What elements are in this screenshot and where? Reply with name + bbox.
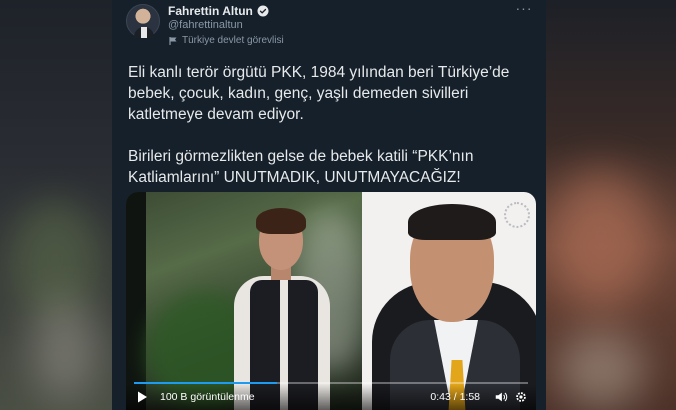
- blur-shape: [556, 330, 646, 410]
- video-frame-left-photo: [126, 192, 366, 410]
- name-row: Fahrettin Altun: [168, 4, 269, 18]
- avatar-shirt: [141, 27, 147, 38]
- tweet-text: Eli kanlı terör örgütü PKK, 1984 yılında…: [128, 62, 538, 209]
- government-label: Türkiye devlet görevlisi: [168, 35, 284, 46]
- video-time: 0:43 / 1:58: [430, 391, 480, 403]
- video-player[interactable]: 100 B görüntülenme 0:43 / 1:58: [126, 192, 536, 410]
- person-hair: [256, 208, 306, 234]
- verified-badge-icon: [257, 5, 269, 17]
- emblem-icon: [504, 202, 530, 228]
- photo-edge: [126, 192, 146, 410]
- tweet-header: Fahrettin Altun @fahrettinaltun Türkiye …: [126, 1, 534, 50]
- tweet-paragraph-2: Birileri görmezlikten gelse de bebek kat…: [128, 148, 474, 186]
- view-count: 100 B görüntülenme: [160, 391, 255, 403]
- blur-shape: [546, 170, 656, 310]
- government-label-text: Türkiye devlet görevlisi: [182, 35, 284, 46]
- avatar[interactable]: [126, 4, 160, 38]
- blurred-background-right: [546, 0, 676, 410]
- play-icon[interactable]: [134, 389, 150, 405]
- video-controls: 100 B görüntülenme 0:43 / 1:58: [126, 384, 536, 410]
- tweet-card: Fahrettin Altun @fahrettinaltun Türkiye …: [112, 0, 546, 410]
- volume-icon[interactable]: [494, 390, 508, 404]
- more-options-icon[interactable]: ···: [514, 1, 534, 18]
- author-handle[interactable]: @fahrettinaltun: [168, 19, 243, 31]
- blur-shape: [30, 300, 100, 400]
- author-name[interactable]: Fahrettin Altun: [168, 4, 253, 18]
- settings-gear-icon[interactable]: [514, 390, 528, 404]
- video-frame-right-photo: [362, 192, 536, 410]
- flag-icon: [169, 36, 177, 45]
- person-hair: [408, 204, 496, 240]
- blurred-background-left: [0, 0, 112, 410]
- tweet-paragraph-1: Eli kanlı terör örgütü PKK, 1984 yılında…: [128, 64, 510, 123]
